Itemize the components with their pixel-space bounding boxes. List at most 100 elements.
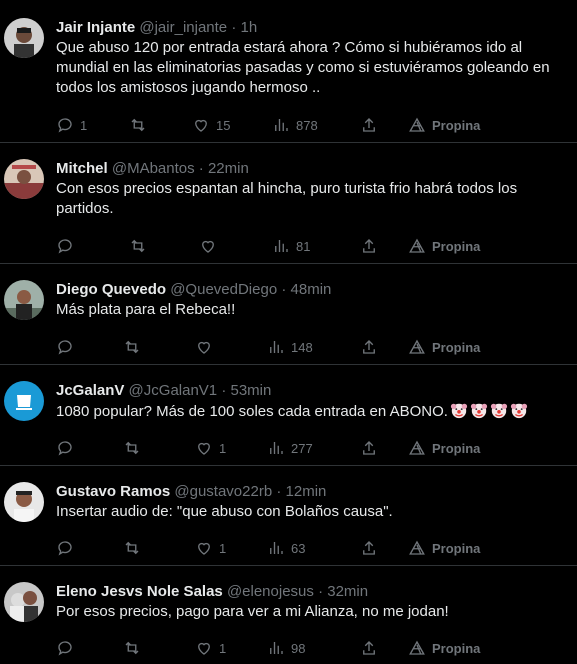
avatar[interactable] [4, 159, 44, 199]
author-name[interactable]: JcGalanV [56, 382, 124, 399]
tweet-text-body: 1080 popular? Más de 100 soles cada entr… [56, 403, 448, 420]
avatar[interactable] [4, 482, 44, 522]
share-icon [363, 541, 375, 555]
retweet-button[interactable] [123, 337, 147, 357]
separator: · [231, 19, 237, 36]
share-button[interactable] [360, 638, 378, 658]
separator: · [221, 382, 227, 399]
retweet-button[interactable] [123, 438, 147, 458]
share-button[interactable] [360, 538, 378, 558]
tweet[interactable]: Jair Injante @jair_injante · 1h Que abus… [0, 0, 577, 143]
clown-face-emoji [470, 403, 488, 419]
like-button[interactable] [199, 236, 223, 256]
views-button[interactable]: 277 [267, 438, 313, 458]
retweet-button[interactable] [129, 236, 153, 256]
avatar[interactable] [4, 280, 44, 320]
timestamp[interactable]: 1h [241, 19, 258, 36]
views-button[interactable]: 81 [272, 236, 310, 256]
views-count: 277 [291, 440, 313, 456]
tweet[interactable]: Diego Quevedo @QuevedDiego · 48min Más p… [0, 264, 577, 365]
reply-button[interactable]: 1 [56, 115, 87, 135]
tip-icon [409, 440, 425, 455]
timestamp[interactable]: 22min [208, 160, 249, 177]
retweet-button[interactable] [123, 538, 147, 558]
tweet-content: Eleno Jesvs Nole Salas @elenojesus · 32m… [56, 582, 567, 622]
views-button[interactable]: 148 [267, 337, 313, 357]
author-name[interactable]: Gustavo Ramos [56, 483, 170, 500]
timestamp[interactable]: 12min [286, 483, 327, 500]
like-icon [198, 442, 210, 455]
author-name[interactable]: Diego Quevedo [56, 281, 166, 298]
tweet-text: Por esos precios, pago para ver a mi Ali… [56, 603, 449, 620]
action-bar: 1 98 Propina [56, 638, 567, 658]
avatar[interactable] [4, 381, 44, 421]
views-icon [270, 442, 283, 454]
tweet[interactable]: Eleno Jesvs Nole Salas @elenojesus · 32m… [0, 566, 577, 664]
like-button[interactable]: 1 [195, 638, 226, 658]
tip-button[interactable]: Propina [408, 438, 480, 458]
tweet-content: Jair Injante @jair_injante · 1h Que abus… [56, 18, 567, 98]
timestamp[interactable]: 32min [327, 583, 368, 600]
reply-icon [58, 340, 72, 355]
author-handle[interactable]: @gustavo22rb [174, 483, 272, 500]
tip-label: Propina [432, 540, 481, 556]
views-button[interactable]: 878 [272, 115, 318, 135]
author-handle[interactable]: @JcGalanV1 [129, 382, 218, 399]
like-icon [198, 642, 210, 655]
like-button[interactable] [195, 337, 219, 357]
share-button[interactable] [360, 337, 378, 357]
tip-button[interactable]: Propina [408, 337, 480, 357]
views-icon [270, 341, 283, 353]
retweet-icon [131, 118, 145, 132]
tweet[interactable]: Mitchel @MAbantos · 22min Con esos preci… [0, 143, 577, 264]
views-button[interactable]: 63 [267, 538, 305, 558]
tweet-header: Eleno Jesvs Nole Salas @elenojesus · 32m… [56, 582, 567, 602]
like-button[interactable]: 15 [192, 115, 230, 135]
tip-button[interactable]: Propina [408, 115, 480, 135]
avatar[interactable] [4, 582, 44, 622]
action-bar: 148 Propina [56, 337, 567, 357]
tweet-content: Gustavo Ramos @gustavo22rb · 12min Inser… [56, 482, 567, 522]
reply-button[interactable] [56, 538, 80, 558]
like-button[interactable]: 1 [195, 438, 226, 458]
share-button[interactable] [360, 438, 378, 458]
share-icon [363, 239, 375, 253]
tip-icon [409, 117, 425, 132]
tweet-header: Jair Injante @jair_injante · 1h [56, 18, 567, 38]
retweet-icon [131, 239, 145, 253]
reply-button[interactable] [56, 236, 80, 256]
author-handle[interactable]: @jair_injante [139, 19, 227, 36]
retweet-button[interactable] [129, 115, 153, 135]
author-name[interactable]: Mitchel [56, 160, 108, 177]
timestamp[interactable]: 53min [231, 382, 272, 399]
like-button[interactable]: 1 [195, 538, 226, 558]
reply-icon [58, 641, 72, 656]
tweet-content: Mitchel @MAbantos · 22min Con esos preci… [56, 159, 567, 219]
tweet-text: Con esos precios espantan al hincha, pur… [56, 180, 518, 217]
like-count: 1 [219, 440, 227, 456]
author-handle[interactable]: @QuevedDiego [170, 281, 277, 298]
tip-icon [409, 540, 425, 555]
reply-button[interactable] [56, 438, 80, 458]
author-name[interactable]: Eleno Jesvs Nole Salas [56, 583, 223, 600]
author-handle[interactable]: @MAbantos [112, 160, 195, 177]
share-button[interactable] [360, 115, 378, 135]
tip-button[interactable]: Propina [408, 538, 480, 558]
tweet[interactable]: Gustavo Ramos @gustavo22rb · 12min Inser… [0, 466, 577, 566]
views-button[interactable]: 98 [267, 638, 305, 658]
like-icon [198, 542, 210, 555]
tip-label: Propina [432, 238, 481, 254]
author-handle[interactable]: @elenojesus [227, 583, 314, 600]
tweet[interactable]: JcGalanV @JcGalanV1 · 53min 1080 popular… [0, 365, 577, 466]
timestamp[interactable]: 48min [291, 281, 332, 298]
author-name[interactable]: Jair Injante [56, 19, 135, 36]
reply-button[interactable] [56, 638, 80, 658]
retweet-button[interactable] [123, 638, 147, 658]
views-count: 98 [291, 640, 306, 656]
reply-button[interactable] [56, 337, 80, 357]
avatar[interactable] [4, 18, 44, 58]
clown-face-emoji [490, 403, 508, 419]
tip-button[interactable]: Propina [408, 638, 480, 658]
tip-button[interactable]: Propina [408, 236, 480, 256]
share-button[interactable] [360, 236, 378, 256]
